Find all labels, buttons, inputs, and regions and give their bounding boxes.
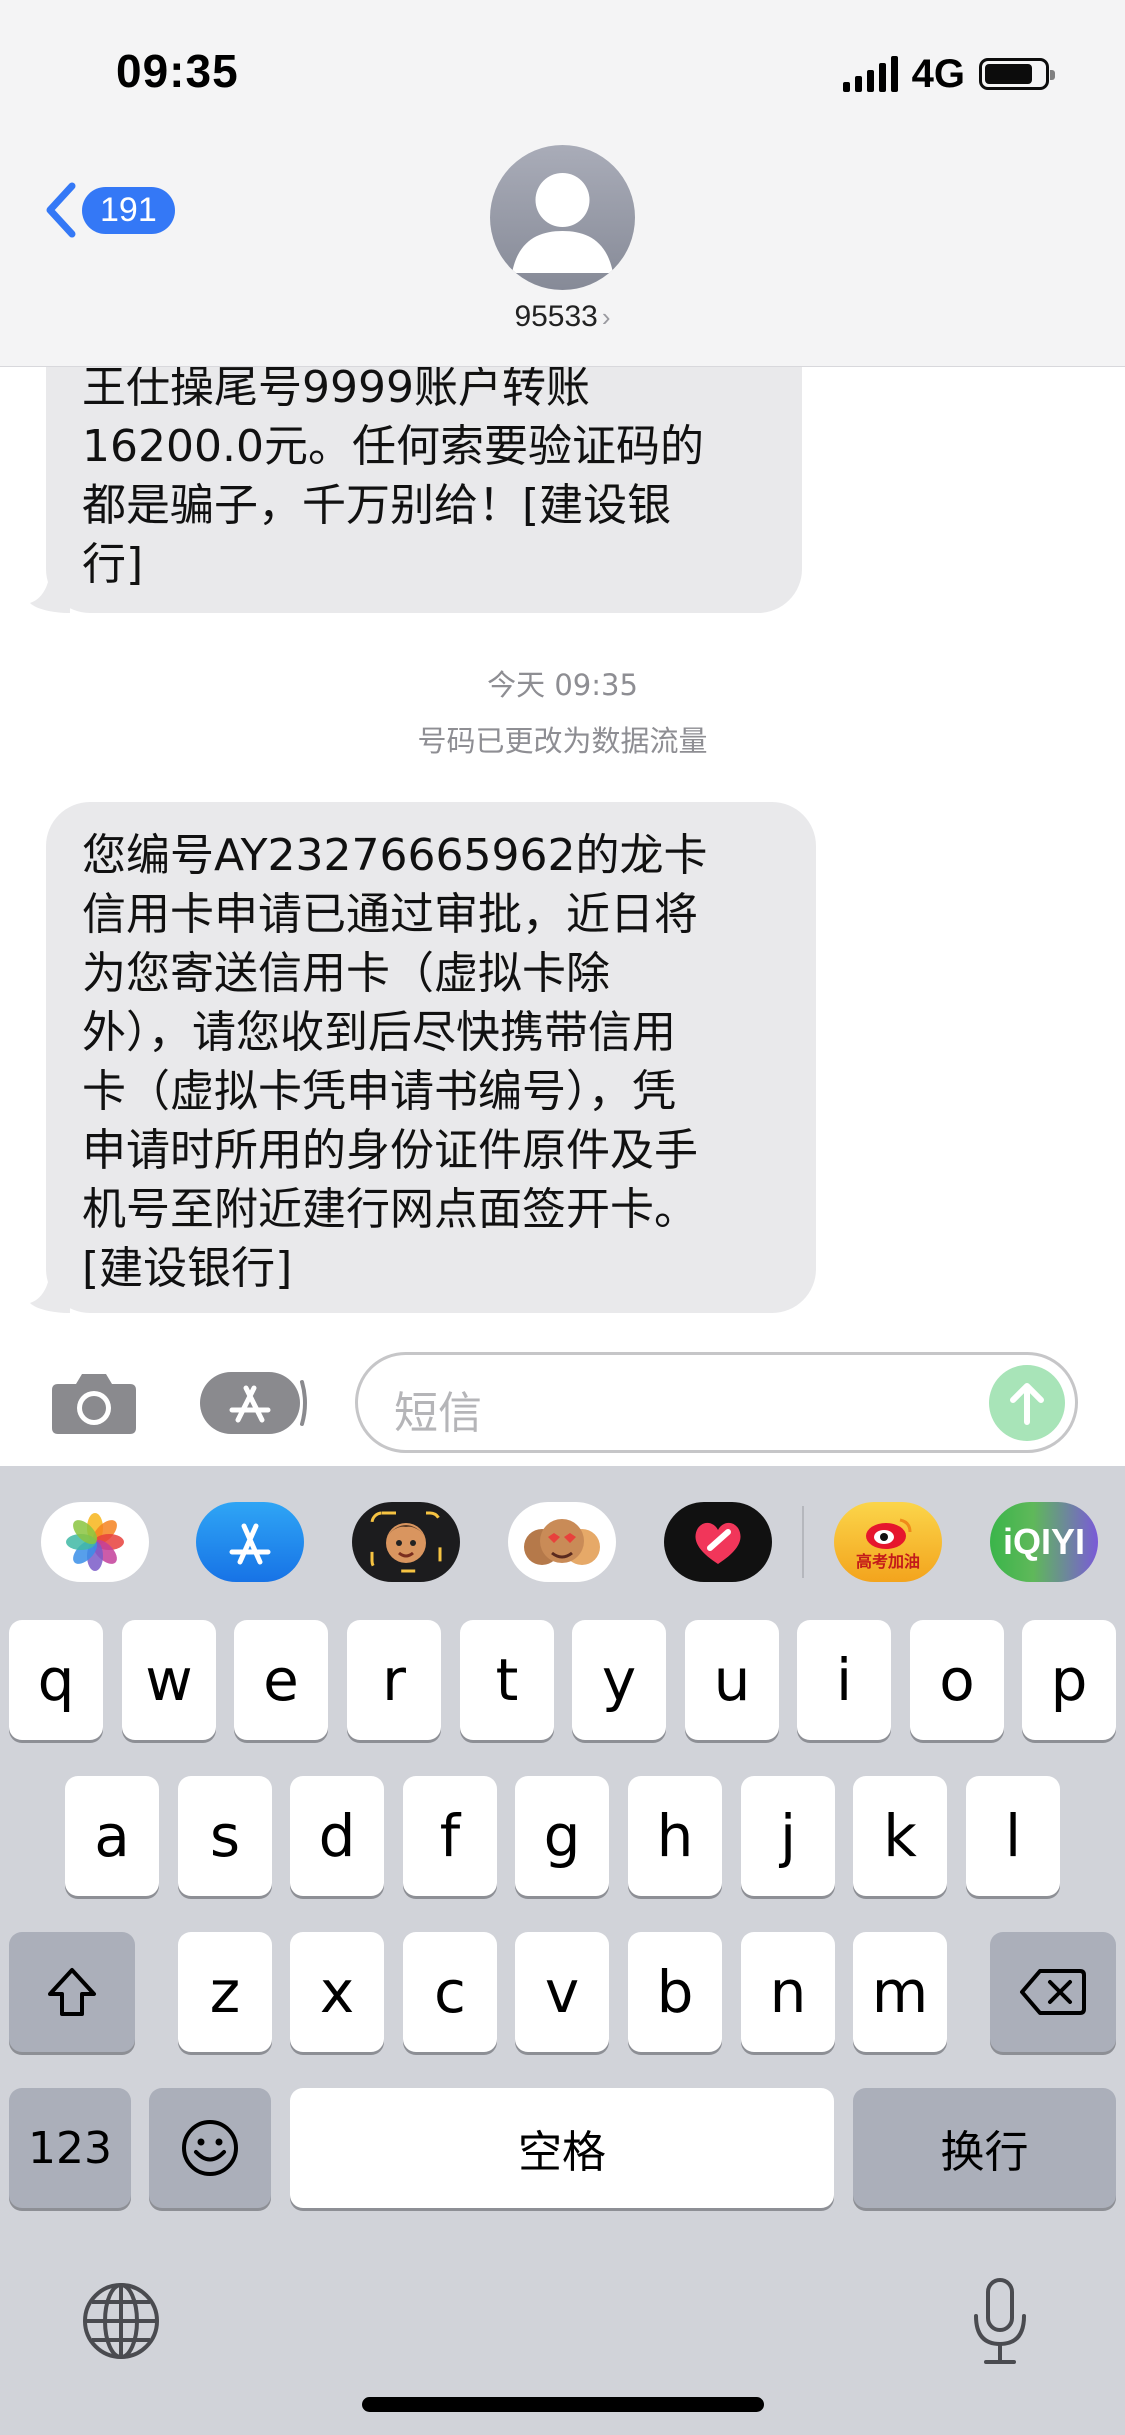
signal-icon [842,56,898,92]
contact-avatar[interactable] [490,145,635,290]
contact-name: 95533 [514,300,598,333]
contact-name-button[interactable]: 95533 › [0,300,1125,334]
animoji-app-icon[interactable] [508,1502,616,1582]
battery-icon [979,58,1055,90]
unread-count-badge: 191 [82,186,175,234]
weibo-badge-label: 高考加油 [855,1552,920,1571]
network-type: 4G [911,51,965,96]
key-o[interactable]: o [910,1620,1004,1740]
timestamp-time: 09:35 [554,668,638,702]
timestamp: 今天 09:35 [0,662,1125,704]
key-r[interactable]: r [347,1620,441,1740]
backspace-icon [1020,1969,1086,2015]
imessage-app-strip: 高考加油 iQIYI [0,1466,1125,1616]
key-m[interactable]: m [853,1932,947,2052]
bubble-tail [30,1273,70,1313]
key-e[interactable]: e [234,1620,328,1740]
key-z[interactable]: z [178,1932,272,2052]
microphone-icon[interactable] [970,2276,1030,2368]
key-h[interactable]: h [628,1776,722,1896]
message-input[interactable]: 短信 [355,1352,1078,1453]
key-b[interactable]: b [628,1932,722,2052]
key-t[interactable]: t [460,1620,554,1740]
app-store-app-icon[interactable] [196,1502,304,1582]
space-key[interactable]: 空格 [290,2088,834,2208]
return-key[interactable]: 换行 [853,2088,1116,2208]
memoji-app-icon[interactable] [352,1502,460,1582]
key-n[interactable]: n [741,1932,835,2052]
strip-divider [802,1506,804,1578]
key-c[interactable]: c [403,1932,497,2052]
key-y[interactable]: y [572,1620,666,1740]
shift-icon [48,1968,96,2016]
app-store-icon[interactable] [198,1370,308,1436]
photos-app-icon[interactable] [41,1502,149,1582]
back-button[interactable]: 191 [44,182,175,238]
digital-touch-app-icon[interactable] [664,1502,772,1582]
key-g[interactable]: g [515,1776,609,1896]
conversation-header: 09:35 4G 191 95533 › [0,0,1125,367]
send-button[interactable] [989,1365,1065,1441]
delete-key[interactable] [990,1932,1116,2052]
message-placeholder: 短信 [394,1388,482,1439]
weibo-app-icon[interactable]: 高考加油 [834,1502,942,1582]
key-f[interactable]: f [403,1776,497,1896]
key-v[interactable]: v [515,1932,609,2052]
key-i[interactable]: i [797,1620,891,1740]
key-q[interactable]: q [9,1620,103,1740]
key-s[interactable]: s [178,1776,272,1896]
chevron-left-icon [46,182,76,238]
numbers-key[interactable]: 123 [9,2088,131,2208]
person-icon [512,173,613,273]
camera-icon[interactable] [50,1370,138,1436]
emoji-icon [182,2120,238,2176]
key-j[interactable]: j [741,1776,835,1896]
key-k[interactable]: k [853,1776,947,1896]
bubble-tail [30,573,70,613]
arrow-up-icon [1010,1383,1044,1425]
message-bubble[interactable]: 您编号AY23276665962的龙卡 信用卡申请已通过审批，近日将 为您寄送信… [46,802,816,1313]
key-a[interactable]: a [65,1776,159,1896]
shift-key[interactable] [9,1932,135,2052]
status-indicators: 4G [842,51,1055,96]
key-d[interactable]: d [290,1776,384,1896]
key-x[interactable]: x [290,1932,384,2052]
globe-icon[interactable] [80,2280,162,2362]
key-l[interactable]: l [966,1776,1060,1896]
key-u[interactable]: u [685,1620,779,1740]
key-p[interactable]: p [1022,1620,1116,1740]
chevron-right-icon: › [601,302,611,332]
home-indicator[interactable] [362,2397,764,2412]
system-notice: 号码已更改为数据流量 [417,724,708,758]
key-w[interactable]: w [122,1620,216,1740]
iqiyi-app-icon[interactable]: iQIYI [990,1502,1098,1582]
iqiyi-label: iQIYI [1002,1521,1086,1562]
emoji-key[interactable] [149,2088,271,2208]
status-time: 09:35 [116,45,239,97]
timestamp-day: 今天 [487,668,546,702]
